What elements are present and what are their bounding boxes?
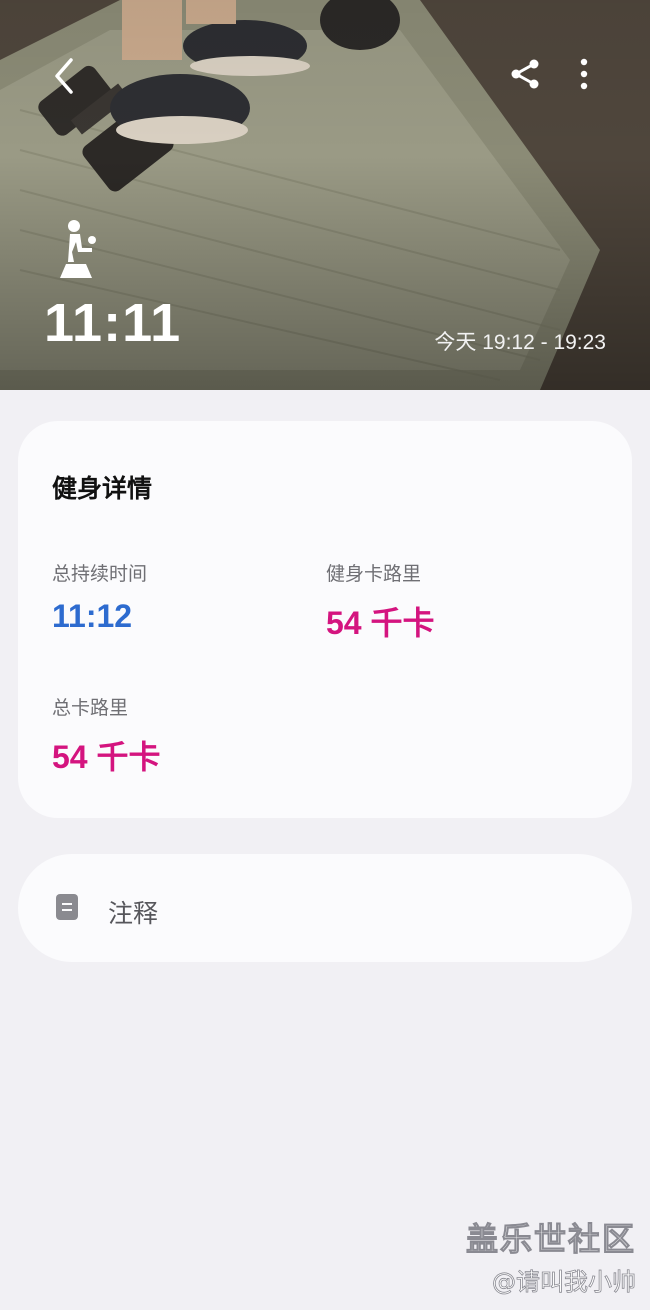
workout-hero: 11:11 今天 19:12 - 19:23 [0, 0, 650, 390]
fitness-squat-icon [60, 220, 96, 278]
metric-value: 54 千卡 [52, 739, 161, 775]
workout-time-range: 今天 19:12 - 19:23 [434, 331, 606, 354]
notes-label: 注释 [108, 899, 159, 928]
workout-duration: 11:11 [44, 293, 182, 353]
fitness-details-card: 健身详情 总持续时间 11:12 健身卡路里 54 千卡 总卡路里 54 千卡 [18, 421, 632, 818]
more-vertical-icon [580, 58, 588, 90]
share-button[interactable] [502, 50, 550, 98]
metric-workout-calories: 健身卡路里 54 千卡 [326, 559, 435, 644]
metric-value: 54 千卡 [326, 605, 435, 641]
note-icon [56, 894, 78, 920]
watermark-author: @请叫我小帅 [492, 1268, 637, 1297]
metric-label: 总持续时间 [52, 563, 148, 585]
card-title: 健身详情 [52, 474, 153, 503]
metric-value: 11:12 [52, 598, 133, 634]
metric-total-duration: 总持续时间 11:12 [52, 559, 147, 635]
metric-total-calories: 总卡路里 54 千卡 [52, 693, 161, 778]
metric-label: 总卡路里 [52, 697, 129, 719]
metric-label: 健身卡路里 [326, 563, 422, 585]
watermark-community: 盖乐世社区 [465, 1220, 636, 1259]
more-options-button[interactable] [562, 50, 606, 98]
back-button[interactable] [40, 52, 88, 100]
notes-button[interactable]: 注释 [18, 854, 632, 962]
share-icon [511, 59, 539, 89]
chevron-left-icon [55, 58, 73, 94]
